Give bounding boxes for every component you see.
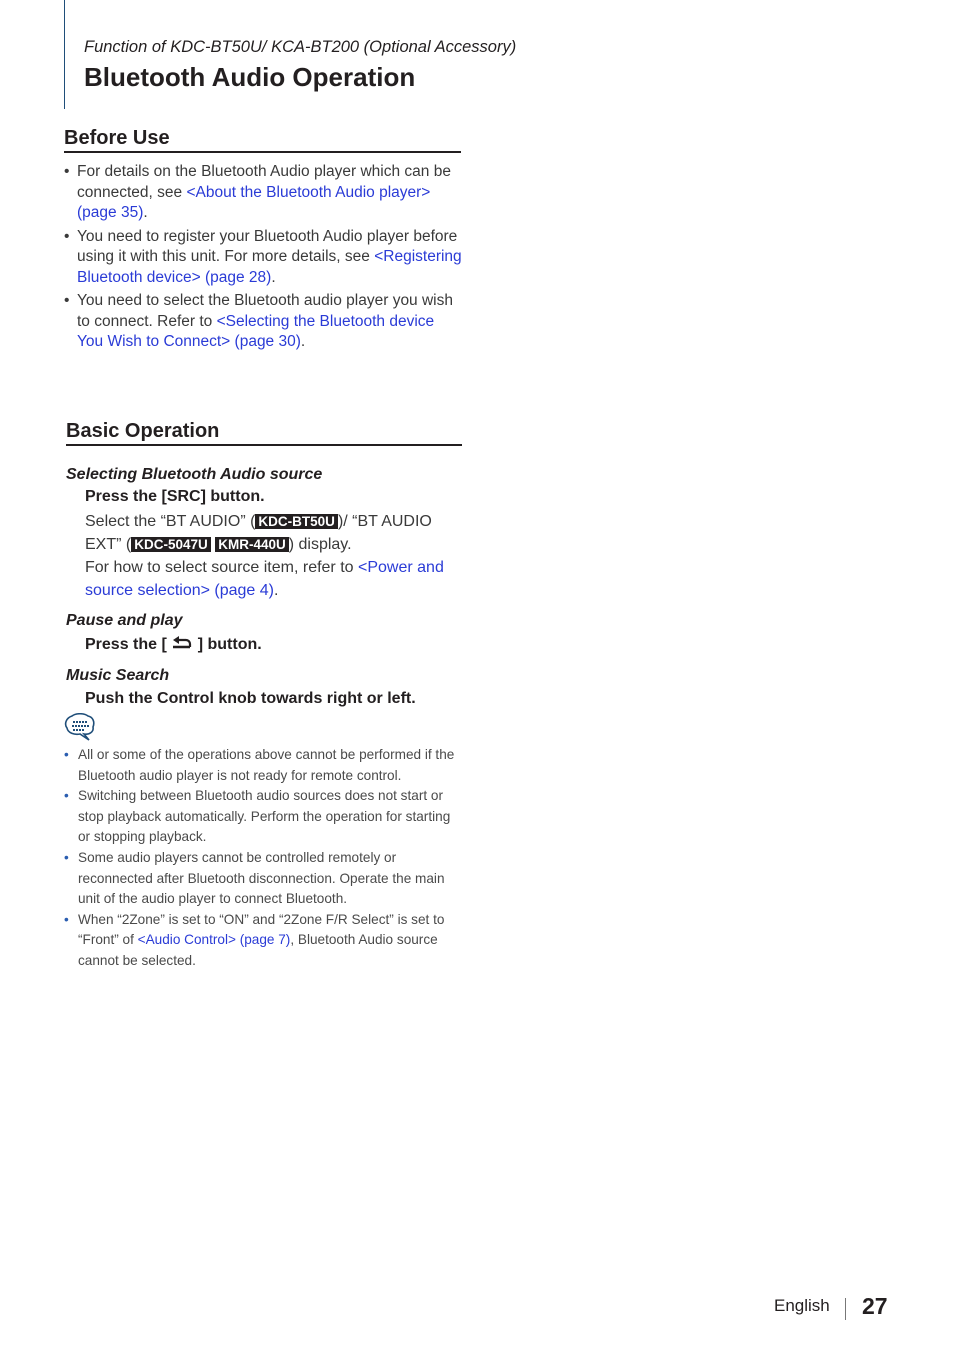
model-badge-kdc-5047u: KDC-5047U bbox=[131, 537, 211, 552]
selecting-source-step: Press the [SRC] button. bbox=[85, 488, 265, 505]
model-badge-kmr-440u: KMR-440U bbox=[215, 537, 289, 552]
pause-play-step: Press the [ ] button. bbox=[85, 635, 262, 656]
model-badge-kdc-bt50u: KDC-BT50U bbox=[255, 514, 338, 529]
selecting-source-description: Select the “BT AUDIO” (KDC-BT50U)/ “BT A… bbox=[85, 513, 444, 599]
function-subtitle: Function of KDC-BT50U/ KCA-BT200 (Option… bbox=[84, 38, 517, 56]
link-audio-control[interactable]: <Audio Control> (page 7) bbox=[138, 932, 291, 947]
list-item: • You need to select the Bluetooth audio … bbox=[64, 292, 453, 350]
list-item: • You need to register your Bluetooth Aud… bbox=[64, 227, 462, 286]
footer-language: English bbox=[774, 1296, 830, 1315]
page-number: 27 bbox=[862, 1293, 888, 1319]
music-search-step: Push the Control knob towards right or l… bbox=[85, 690, 416, 707]
pause-play-subheading: Pause and play bbox=[66, 612, 183, 629]
note-item: • All or some of the operations above can… bbox=[64, 747, 455, 783]
basic-operation-heading: Basic Operation bbox=[66, 420, 462, 446]
note-speech-bubble-icon bbox=[64, 712, 96, 743]
page-title: Bluetooth Audio Operation bbox=[84, 62, 416, 92]
footer-divider bbox=[845, 1298, 846, 1320]
note-item: • Some audio players cannot be controlled… bbox=[64, 849, 445, 907]
before-use-heading: Before Use bbox=[64, 127, 461, 153]
notes-list: • All or some of the operations above can… bbox=[64, 745, 466, 972]
selecting-source-subheading: Selecting Bluetooth Audio source bbox=[66, 466, 323, 483]
list-item: • For details on the Bluetooth Audio play… bbox=[64, 163, 451, 221]
return-arrow-icon bbox=[171, 635, 193, 656]
before-use-list: • For details on the Bluetooth Audio play… bbox=[64, 162, 464, 356]
music-search-subheading: Music Search bbox=[66, 667, 170, 684]
header-accent-line bbox=[64, 0, 65, 109]
note-item: • Switching between Bluetooth audio sourc… bbox=[64, 788, 451, 845]
note-item: • When “2Zone” is set to “ON” and “2Zone … bbox=[64, 911, 445, 968]
